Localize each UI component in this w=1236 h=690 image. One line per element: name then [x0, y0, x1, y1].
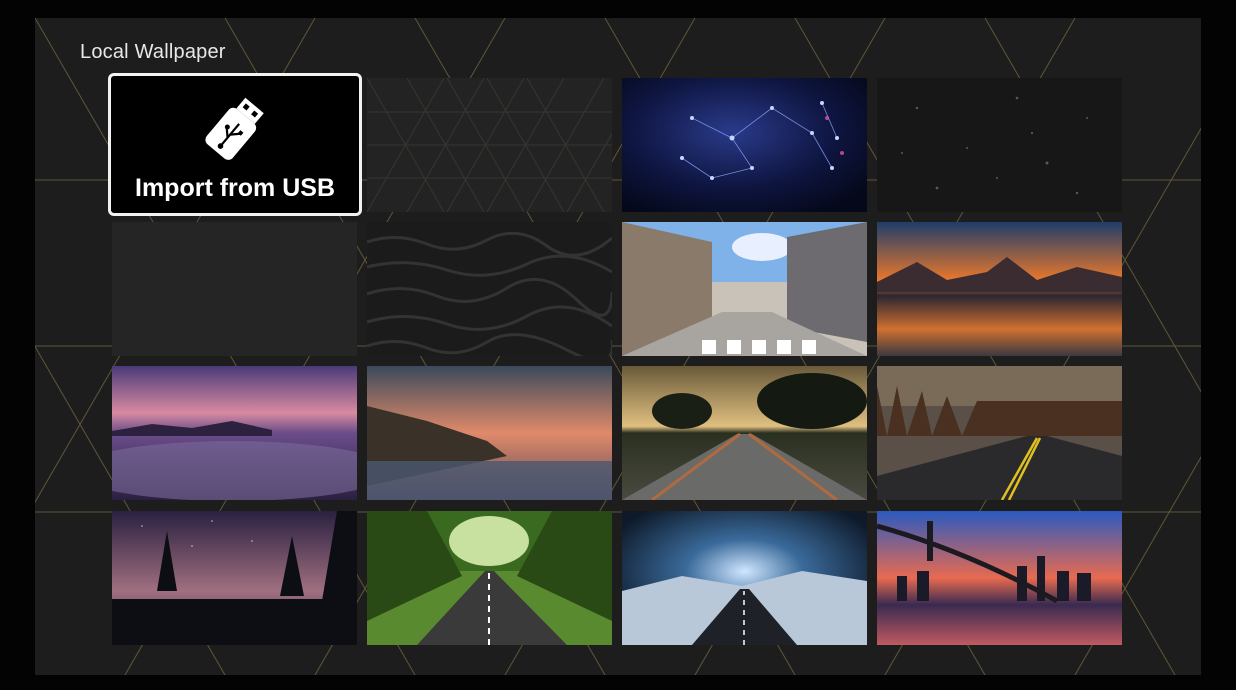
page-title: Local Wallpaper — [80, 41, 226, 63]
import-from-usb-button[interactable]: Import from USB — [108, 73, 362, 216]
wallpaper-tile-coastal-cliff[interactable] — [367, 366, 612, 500]
wallpaper-tile-mountain-lake[interactable] — [877, 222, 1122, 356]
wallpaper-tile-blue-network[interactable] — [622, 78, 867, 212]
wallpaper-tile-dark-bokeh[interactable] — [877, 78, 1122, 212]
wallpaper-tile-night-lake[interactable] — [112, 511, 357, 645]
wallpaper-tile-black-waves[interactable] — [367, 222, 612, 356]
wallpaper-tile-forest-road[interactable] — [877, 366, 1122, 500]
wallpaper-tile-snowy-road[interactable] — [622, 511, 867, 645]
import-from-usb-label: Import from USB — [135, 174, 335, 202]
wallpaper-tile-dark-grunge[interactable] — [112, 222, 357, 356]
usb-drive-icon — [205, 97, 264, 160]
wallpaper-tile-dark-geometric[interactable] — [367, 78, 612, 212]
wallpaper-tile-purple-clouds[interactable] — [112, 366, 357, 500]
wallpaper-tile-anime-street[interactable] — [622, 222, 867, 356]
wallpaper-tile-bridge-city[interactable] — [877, 511, 1122, 645]
wallpaper-tile-tree-tunnel[interactable] — [367, 511, 612, 645]
wallpaper-tile-railway[interactable] — [622, 366, 867, 500]
wallpaper-screen: Local Wallpaper Import from USB — [35, 18, 1201, 675]
